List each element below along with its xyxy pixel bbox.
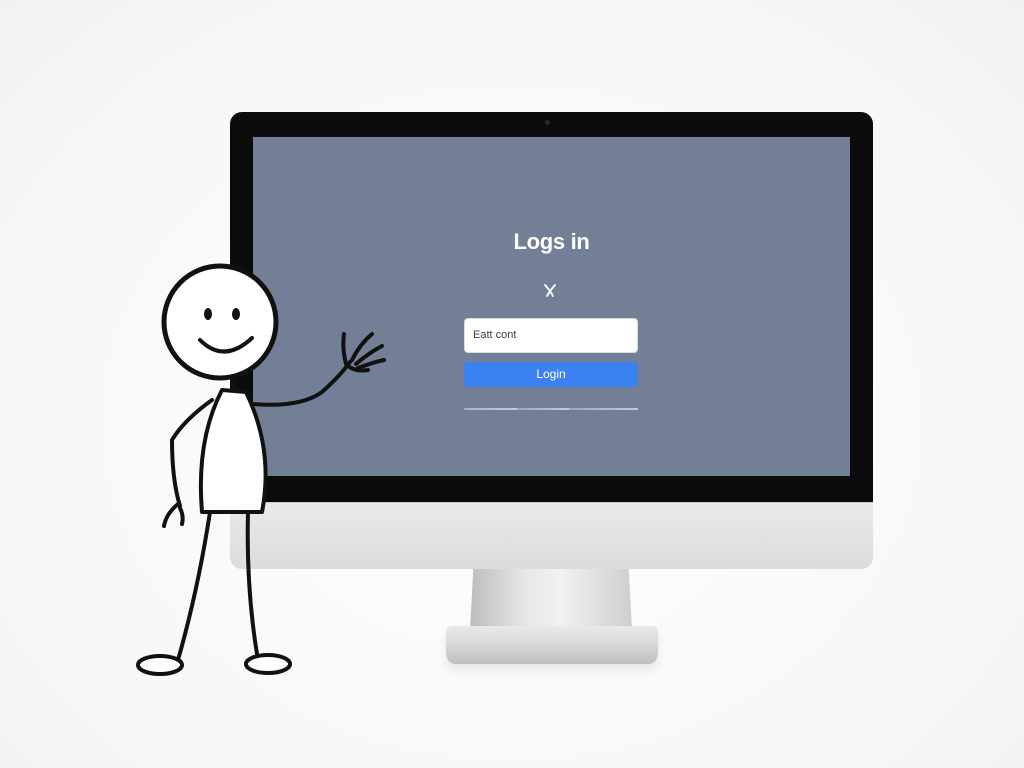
- login-title: Logs in: [513, 229, 590, 254]
- stick-figure-left-leg: [176, 510, 212, 662]
- login-divider: [464, 408, 638, 410]
- webcam-dot: [545, 120, 550, 125]
- key-icon: [544, 284, 556, 297]
- stick-figure-left-foot: [136, 654, 184, 676]
- login-button[interactable]: Login: [464, 362, 638, 387]
- stick-figure-left-arm: [170, 398, 214, 508]
- monitor-stand-base: [446, 626, 658, 664]
- username-input[interactable]: Eatt cont: [464, 318, 638, 353]
- monitor-chin: [230, 502, 873, 569]
- stick-figure-left-eye: [204, 308, 212, 320]
- login-screen: Logs in Eatt cont Login: [253, 137, 850, 476]
- scene: Logs in Eatt cont Login: [0, 0, 1024, 768]
- stick-figure-right-foot: [244, 653, 292, 675]
- monitor-stand-neck: [470, 569, 632, 631]
